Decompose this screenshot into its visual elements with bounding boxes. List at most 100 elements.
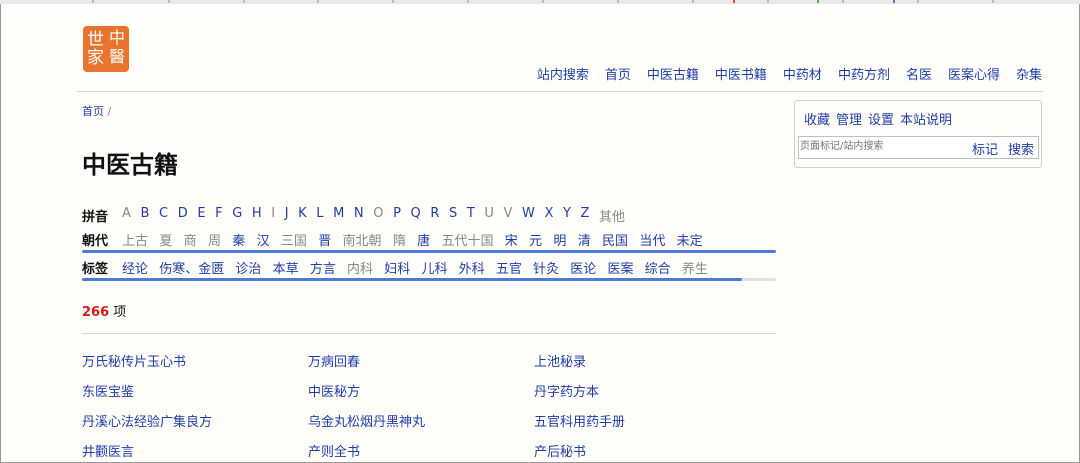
pinyin-filter-item[interactable]: J [285,206,289,225]
book-link[interactable]: 上池秘录 [534,351,586,370]
pinyin-filter-item[interactable]: F [215,206,222,225]
pinyin-filter-item[interactable]: H [252,206,262,225]
tag-filter-item[interactable]: 诊治 [235,258,261,277]
pinyin-filter-item[interactable]: Q [411,206,421,225]
pinyin-filter-item[interactable]: R [430,206,439,225]
pinyin-filter-item[interactable]: C [159,206,168,225]
nav-item-7[interactable]: 医案心得 [948,64,1000,83]
tag-filter-item[interactable]: 儿科 [421,258,447,277]
sidebar-search-box: 标记 搜索 [798,136,1039,159]
tag-filter-item: 内科 [347,262,374,277]
pinyin-filter-item[interactable]: L [316,206,323,225]
dynasty-filter-item: 上古 [122,234,149,249]
book-link[interactable]: 五官科用药手册 [534,411,625,430]
tag-filter-item[interactable]: 方言 [310,258,336,277]
pinyin-filter-item[interactable]: Z [580,206,589,225]
pinyin-filter-item[interactable]: M [333,206,344,225]
book-link[interactable]: 丹字药方本 [534,381,599,400]
dynasty-filter-item[interactable]: 明 [553,230,566,249]
search-input[interactable] [800,138,970,155]
tag-filter-label: 标签 [82,262,109,277]
book-link[interactable]: 产则全书 [308,441,360,460]
result-count-number: 266 [82,305,110,320]
dynasty-filter-item[interactable]: 清 [578,230,591,249]
tag-filter-item[interactable]: 经论 [122,258,148,277]
dynasty-filter-item[interactable]: 晋 [318,230,331,249]
book-link[interactable]: 井颧医言 [82,441,134,460]
top-navigation: 站内搜索 首页 中医古籍 中医书籍 中药材 中药方剂 名医 医案心得 杂集 [537,64,1042,83]
nav-item-0[interactable]: 站内搜索 [537,64,589,83]
site-logo[interactable]: 中 世 醫 家 [83,26,129,72]
tag-filter-item[interactable]: 伤寒、金匮 [159,258,224,277]
pinyin-filter-item[interactable]: P [393,206,401,225]
pinyin-filter-item: 其他 [598,210,625,225]
pinyin-filter-item[interactable]: Y [563,206,571,225]
dynasty-filter-underline [82,250,776,253]
tag-filter-item[interactable]: 妇科 [384,258,410,277]
list-divider [82,333,776,334]
settings-link[interactable]: 设置 [868,109,894,128]
pinyin-filter-item[interactable]: W [522,206,535,225]
pinyin-filter-item[interactable]: K [298,206,307,225]
nav-item-8[interactable]: 杂集 [1016,64,1042,83]
about-link[interactable]: 本站说明 [900,109,952,128]
pinyin-filter-item: U [484,206,494,221]
tag-filter-item[interactable]: 综合 [645,258,671,277]
tag-filter-item[interactable]: 本草 [273,258,299,277]
pinyin-filter-item[interactable]: G [232,206,242,225]
nav-item-6[interactable]: 名医 [906,64,932,83]
dynasty-filter-item: 周 [207,234,221,249]
dynasty-filter-item[interactable]: 宋 [505,230,518,249]
pinyin-filter-item[interactable]: B [141,206,150,225]
dynasty-filter-label: 朝代 [82,234,109,249]
dynasty-filter-item[interactable]: 秦 [232,230,245,249]
tag-filter-item[interactable]: 外科 [459,258,485,277]
book-link[interactable]: 产后秘书 [534,441,586,460]
pinyin-filter-item[interactable]: S [449,206,457,225]
dynasty-filter-item[interactable]: 未定 [677,230,703,249]
sidebar-links: 收藏 管理 设置 本站说明 [804,109,952,128]
nav-item-1[interactable]: 首页 [605,64,631,83]
nav-item-2[interactable]: 中医古籍 [647,64,699,83]
dynasty-filter-item[interactable]: 汉 [257,230,270,249]
pinyin-filter-item[interactable]: E [197,206,205,225]
search-button[interactable]: 搜索 [1008,139,1034,158]
dynasty-filter-item: 五代十国 [441,234,494,249]
result-count: 266 项 [82,301,126,320]
tag-filter-item[interactable]: 针灸 [533,258,559,277]
dynasty-filter-item[interactable]: 当代 [639,230,665,249]
nav-item-5[interactable]: 中药方剂 [838,64,890,83]
header-divider [77,91,1043,92]
pinyin-filter-item[interactable]: T [467,206,475,225]
manage-link[interactable]: 管理 [836,109,862,128]
book-link[interactable]: 乌金丸松烟丹黑神丸 [308,411,425,430]
dynasty-filter-item[interactable]: 元 [529,230,542,249]
pinyin-filter-item[interactable]: N [354,206,364,225]
tag-filter-item[interactable]: 医论 [570,258,596,277]
browser-top-strip [0,0,1080,4]
book-link[interactable]: 万病回春 [308,351,360,370]
pinyin-filter-item: A [122,206,131,221]
tag-filter-underline [82,278,742,281]
pinyin-filter-item: V [503,206,513,221]
dynasty-filter-row: 朝代 上古夏商周秦汉三国晋南北朝隋唐五代十国宋元明清民国 当代 未定 [82,230,703,249]
book-link[interactable]: 万氏秘传片玉心书 [82,351,186,370]
bookmark-link[interactable]: 收藏 [804,109,830,128]
page-title: 中医古籍 [82,151,178,179]
pinyin-filter-item[interactable]: X [544,206,553,225]
book-link[interactable]: 丹溪心法经验广集良方 [82,411,212,430]
book-link[interactable]: 中医秘方 [308,381,360,400]
pinyin-filter-label: 拼音 [82,210,109,225]
dynasty-filter-item[interactable]: 民国 [602,230,628,249]
breadcrumb-home[interactable]: 首页 [82,105,104,118]
mark-button[interactable]: 标记 [972,139,998,158]
pinyin-filter-item: O [373,206,384,221]
nav-item-3[interactable]: 中医书籍 [715,64,767,83]
dynasty-filter-item[interactable]: 唐 [417,230,430,249]
tag-filter-item[interactable]: 五官 [496,258,522,277]
nav-item-4[interactable]: 中药材 [783,64,822,83]
book-link[interactable]: 东医宝鉴 [82,381,134,400]
tag-filter-item[interactable]: 医案 [607,258,633,277]
breadcrumb-separator: / [107,105,112,118]
pinyin-filter-item[interactable]: D [178,206,188,225]
